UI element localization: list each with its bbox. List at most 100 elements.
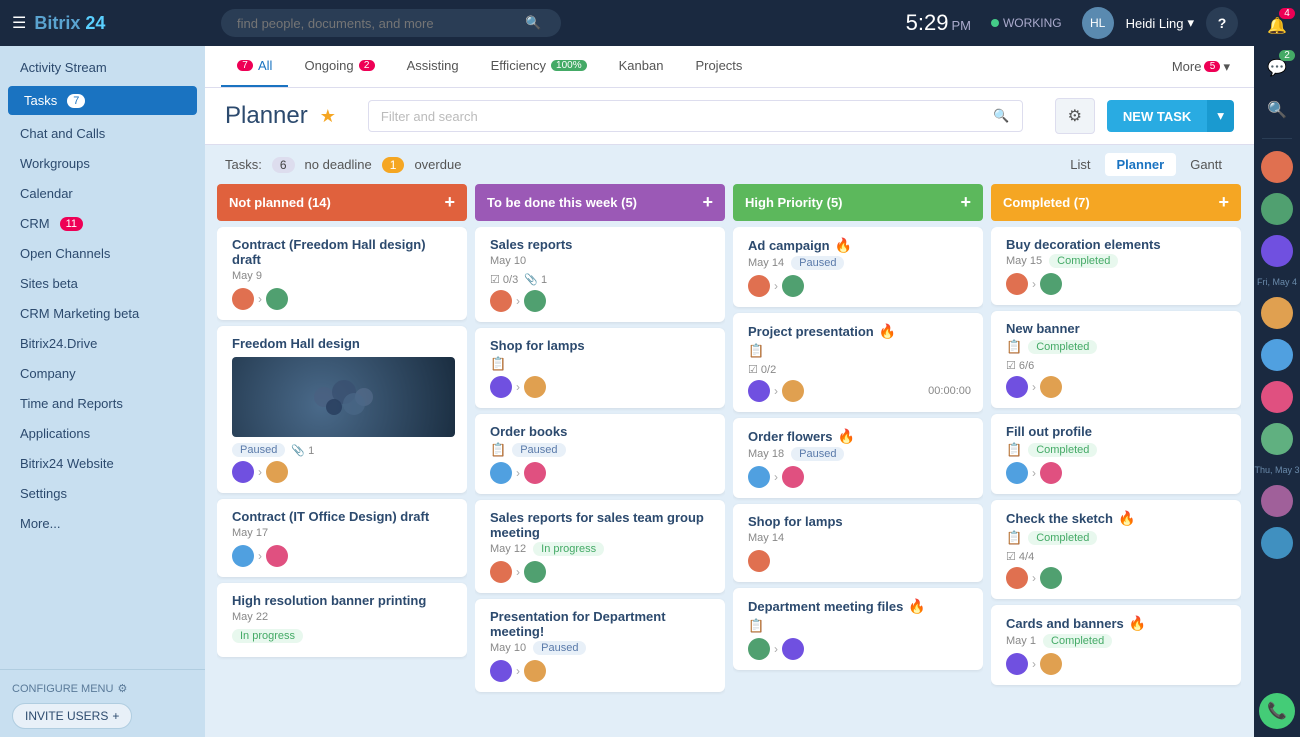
avatar (490, 376, 512, 398)
sidebar-item-crm-marketing[interactable]: CRM Marketing beta (4, 299, 201, 328)
settings-button[interactable]: ⚙ (1055, 98, 1095, 134)
help-button[interactable]: ? (1206, 7, 1238, 39)
card-c12[interactable]: Order flowers 🔥 May 18 Paused › (733, 418, 983, 498)
working-status[interactable]: WORKING (991, 16, 1062, 30)
avatar (524, 290, 546, 312)
card-c2[interactable]: Freedom Hall design (217, 326, 467, 493)
avatar (1006, 462, 1028, 484)
working-dot (991, 19, 999, 27)
avatar (524, 660, 546, 682)
tab-assisting[interactable]: Assisting (391, 46, 475, 87)
tab-all[interactable]: 7 All (221, 46, 288, 87)
view-tab-planner[interactable]: Planner (1105, 153, 1177, 176)
timer: 00:00:00 (928, 385, 971, 397)
user-name[interactable]: Heidi Ling ▾ (1126, 15, 1194, 31)
sidebar-item-time-and-reports[interactable]: Time and Reports (4, 389, 201, 418)
column-completed: Completed (7) + Buy decoration elements … (991, 184, 1241, 725)
phone-icon[interactable]: 📞 (1259, 693, 1295, 729)
search-bar[interactable]: 🔍 (221, 9, 561, 37)
card-c4[interactable]: High resolution banner printing May 22 I… (217, 583, 467, 657)
sidebar-item-chat-and-calls[interactable]: Chat and Calls (4, 119, 201, 148)
search-input[interactable] (237, 16, 517, 31)
contact-avatar-1[interactable] (1261, 151, 1293, 183)
sidebar-header: ☰ Bitrix 24 (0, 0, 205, 46)
user-avatar[interactable]: HL (1082, 7, 1114, 39)
fire-icon: 🔥 (1118, 510, 1135, 527)
card-c10[interactable]: Ad campaign 🔥 May 14 Paused › (733, 227, 983, 307)
column-cards-not-planned: Contract (Freedom Hall design) draft May… (217, 227, 467, 725)
tab-efficiency[interactable]: Efficiency 100% (475, 46, 603, 87)
new-task-button[interactable]: NEW TASK (1107, 100, 1207, 132)
column-add-completed[interactable]: + (1218, 192, 1229, 213)
contact-avatar-5[interactable] (1261, 339, 1293, 371)
contact-avatar-7[interactable] (1261, 423, 1293, 455)
configure-menu[interactable]: CONFIGURE MENU ⚙ (12, 678, 193, 699)
sidebar-item-tasks[interactable]: Tasks 7 (8, 86, 197, 115)
arrow-icon: › (516, 380, 520, 394)
card-c13[interactable]: Shop for lamps May 14 (733, 504, 983, 582)
column-header-high-priority: High Priority (5) + (733, 184, 983, 221)
sidebar-item-activity-stream[interactable]: Activity Stream (4, 53, 201, 82)
contact-avatar-8[interactable] (1261, 485, 1293, 517)
sidebar-item-company[interactable]: Company (4, 359, 201, 388)
contact-avatar-3[interactable] (1261, 235, 1293, 267)
search-icon-right[interactable]: 🔍 (1259, 92, 1295, 128)
view-tabs: List Planner Gantt (1058, 153, 1234, 176)
hamburger-icon[interactable]: ☰ (12, 13, 26, 33)
contact-avatar-2[interactable] (1261, 193, 1293, 225)
avatar (1006, 653, 1028, 675)
column-add-to-be-done[interactable]: + (702, 192, 713, 213)
new-task-dropdown[interactable]: ▾ (1207, 100, 1234, 132)
sidebar-item-calendar[interactable]: Calendar (4, 179, 201, 208)
avatar (748, 466, 770, 488)
sidebar-item-crm[interactable]: CRM 11 (4, 209, 201, 238)
avatar (490, 561, 512, 583)
contact-avatar-4[interactable] (1261, 297, 1293, 329)
card-c14[interactable]: Department meeting files 🔥 📋 › (733, 588, 983, 670)
notifications-icon[interactable]: 🔔 4 (1259, 8, 1295, 44)
tab-kanban[interactable]: Kanban (603, 46, 680, 87)
card-c18[interactable]: Check the sketch 🔥 📋 Completed ☑ 4/4 › (991, 500, 1241, 599)
view-tab-list[interactable]: List (1058, 153, 1102, 176)
card-c15[interactable]: Buy decoration elements May 15 Completed… (991, 227, 1241, 305)
sidebar-item-settings[interactable]: Settings (4, 479, 201, 508)
card-c17[interactable]: Fill out profile 📋 Completed › (991, 414, 1241, 494)
invite-users-button[interactable]: INVITE USERS + (12, 703, 132, 729)
tab-projects[interactable]: Projects (679, 46, 758, 87)
status-badge: Paused (533, 641, 586, 655)
overdue-badge: 1 (382, 157, 405, 173)
contact-avatar-6[interactable] (1261, 381, 1293, 413)
tabs-right: More 5 ▾ (1164, 51, 1238, 83)
card-c3[interactable]: Contract (IT Office Design) draft May 17… (217, 499, 467, 577)
sidebar-item-open-channels[interactable]: Open Channels (4, 239, 201, 268)
card-c9[interactable]: Presentation for Department meeting! May… (475, 599, 725, 692)
tab-ongoing[interactable]: Ongoing 2 (288, 46, 390, 87)
arrow-icon: › (516, 565, 520, 579)
star-icon[interactable]: ★ (320, 106, 336, 127)
card-c1[interactable]: Contract (Freedom Hall design) draft May… (217, 227, 467, 320)
contact-avatar-9[interactable] (1261, 527, 1293, 559)
card-c5[interactable]: Sales reports May 10 ☑ 0/3 📎 1 › (475, 227, 725, 322)
status-badge: Paused (791, 256, 844, 270)
card-c7[interactable]: Order books 📋 Paused › (475, 414, 725, 494)
card-c16[interactable]: New banner 📋 Completed ☑ 6/6 › (991, 311, 1241, 408)
card-c8[interactable]: Sales reports for sales team group meeti… (475, 500, 725, 593)
status-badge: Paused (512, 443, 565, 457)
column-add-high-priority[interactable]: + (960, 192, 971, 213)
filter-search[interactable]: Filter and search 🔍 (368, 100, 1023, 132)
card-c19[interactable]: Cards and banners 🔥 May 1 Completed › (991, 605, 1241, 685)
view-tab-gantt[interactable]: Gantt (1178, 153, 1234, 176)
sidebar-item-workgroups[interactable]: Workgroups (4, 149, 201, 178)
sidebar-item-bitrix24-drive[interactable]: Bitrix24.Drive (4, 329, 201, 358)
sidebar-item-bitrix24-website[interactable]: Bitrix24 Website (4, 449, 201, 478)
sidebar-item-more[interactable]: More... (4, 509, 201, 538)
column-add-not-planned[interactable]: + (444, 192, 455, 213)
messages-icon[interactable]: 💬 2 (1259, 50, 1295, 86)
card-c11[interactable]: Project presentation 🔥 📋 ☑ 0/2 › 00:00: (733, 313, 983, 412)
sidebar-item-applications[interactable]: Applications (4, 419, 201, 448)
avatar (524, 462, 546, 484)
sidebar-item-sites[interactable]: Sites beta (4, 269, 201, 298)
more-button[interactable]: More 5 ▾ (1164, 51, 1238, 83)
card-c6[interactable]: Shop for lamps 📋 › (475, 328, 725, 408)
topbar-right: HL Heidi Ling ▾ (1082, 7, 1194, 39)
